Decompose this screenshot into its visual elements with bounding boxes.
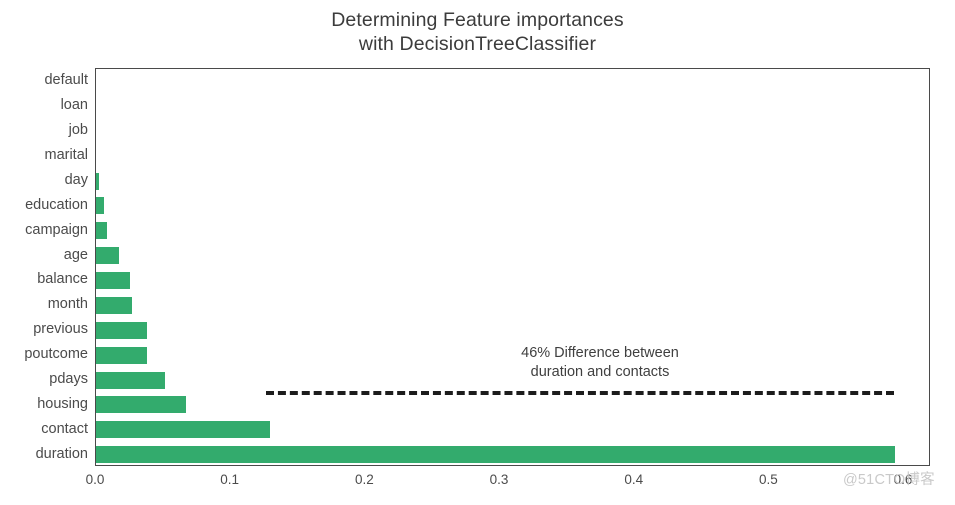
y-tick-marital: marital [44,147,88,164]
bar-row [96,392,929,417]
bar-balance [96,272,130,289]
y-tick-month: month [47,296,88,313]
bar-month [96,296,133,314]
bar-pdays [96,371,165,389]
chart-figure: Determining Feature importances with Dec… [0,0,955,505]
bar-row [96,218,929,243]
y-tick-age: age [63,246,88,263]
y-tick-housing: housing [37,395,88,412]
y-tick-education: education [25,196,88,213]
bar-row [96,318,929,343]
y-tick-contact: contact [41,420,88,437]
bar-row [96,442,929,467]
x-tick-0.0: 0.0 [85,472,105,487]
plot-area [95,68,930,466]
bar-poutcome [96,346,148,364]
x-tick-0.6: 0.6 [893,472,913,487]
bar-housing [96,396,187,414]
y-tick-balance: balance [37,271,88,288]
bar-row [96,193,929,218]
bar-campaign [96,222,107,240]
bar-row [96,119,929,144]
bar-contact [96,421,270,439]
bar-row [96,69,929,94]
bar-row [96,417,929,442]
y-tick-loan: loan [60,97,88,114]
x-tick-0.2: 0.2 [354,472,374,487]
y-axis-tick-labels: default loan job marital day education campaig… [0,68,88,466]
y-tick-job: job [68,122,88,139]
bar-duration [96,446,895,464]
x-tick-0.3: 0.3 [489,472,509,487]
y-tick-duration: duration [35,445,88,462]
y-tick-poutcome: poutcome [24,346,88,363]
bar-previous [96,321,148,339]
y-tick-previous: previous [33,321,88,338]
y-tick-campaign: campaign [25,221,88,238]
bar-age [96,247,119,265]
bar-row [96,243,929,268]
difference-annotation: 46% Difference between duration and cont… [521,345,679,380]
bar-row [96,144,929,169]
chart-title: Determining Feature importances with Dec… [331,9,624,55]
bar-day [96,172,99,190]
x-axis-tick-labels: 0.0 0.1 0.2 0.3 0.4 0.5 0.6 [0,472,955,496]
difference-dashed-line [266,391,894,396]
bar-row [96,293,929,318]
bar-education [96,197,105,215]
x-tick-0.1: 0.1 [220,472,240,487]
y-tick-default: default [44,72,88,89]
x-tick-0.4: 0.4 [624,472,644,487]
bar-row [96,94,929,119]
bar-row [96,169,929,194]
y-tick-pdays: pdays [49,370,88,387]
bar-row [96,268,929,293]
y-tick-day: day [64,171,88,188]
x-tick-0.5: 0.5 [758,472,778,487]
